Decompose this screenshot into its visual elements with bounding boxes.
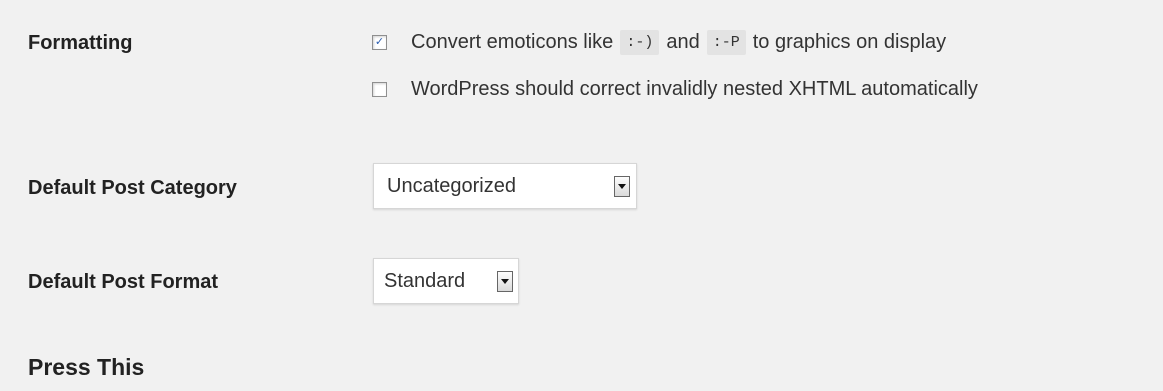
convert-emoticons-text-before: Convert emoticons like [411,31,614,53]
checkmark-icon: ✓ [374,36,385,48]
formatting-label: Formatting [28,32,133,54]
correct-xhtml-text: WordPress should correct invalidly neste… [411,78,978,100]
default-post-category-select[interactable]: Uncategorized [373,163,637,209]
default-post-format-label: Default Post Format [28,271,219,293]
chevron-down-icon[interactable] [614,175,630,197]
correct-xhtml-checkbox[interactable] [372,82,387,97]
correct-xhtml-option[interactable]: WordPress should correct invalidly neste… [372,78,978,101]
emoticon-code-tongue: :-P [706,30,746,55]
convert-emoticons-text-middle: and [666,31,700,53]
default-post-format-select[interactable]: Standard [373,258,519,304]
chevron-down-icon[interactable] [497,270,513,292]
convert-emoticons-text-after: to graphics on display [752,31,947,53]
emoticon-code-smile: :-) [620,30,660,55]
default-post-format-value: Standard [384,269,466,292]
default-post-category-value: Uncategorized [387,174,516,197]
default-post-category-label: Default Post Category [28,177,237,199]
convert-emoticons-checkbox[interactable]: ✓ [372,35,387,50]
press-this-heading: Press This [28,354,145,380]
convert-emoticons-option[interactable]: ✓ Convert emoticons like :-) and :-P to … [372,30,946,55]
